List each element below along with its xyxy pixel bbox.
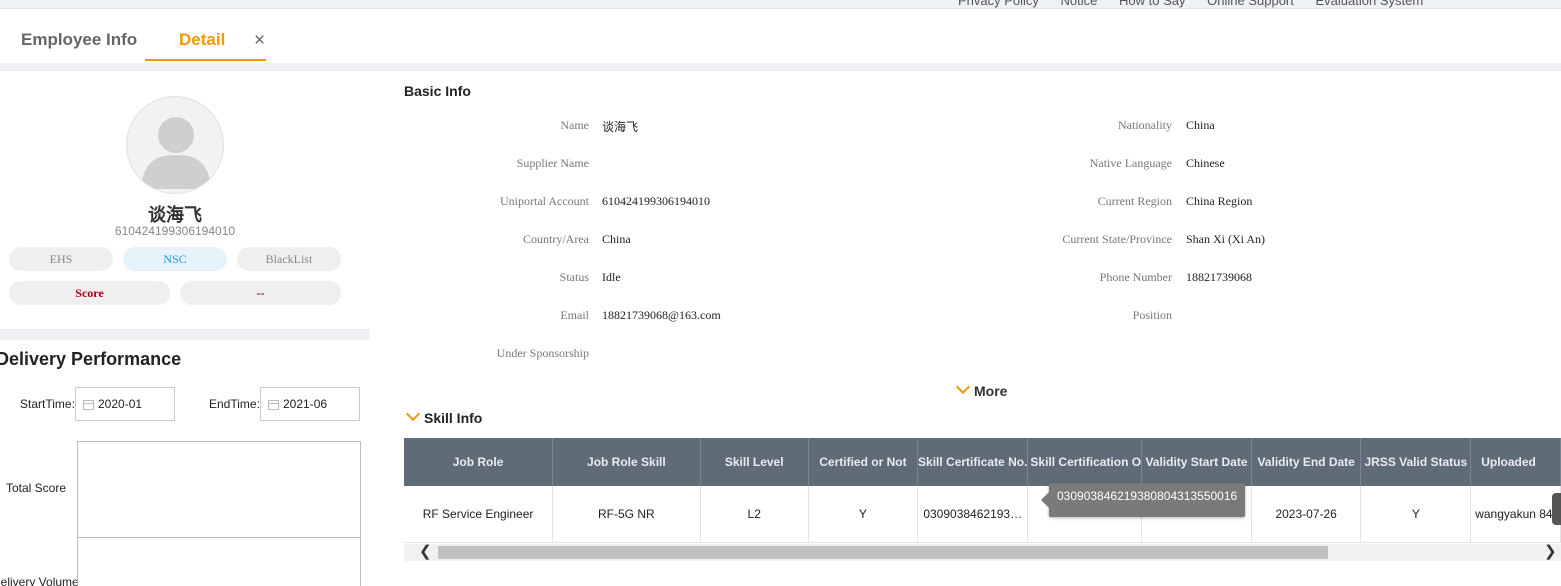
separator: [0, 63, 1561, 71]
field-label: Current State/Province: [1062, 232, 1172, 246]
top-link[interactable]: Notice: [1061, 0, 1098, 8]
table-cell: RF-5G NR: [552, 486, 701, 543]
field-label: Supplier Name: [516, 156, 589, 170]
top-link[interactable]: How to Say: [1119, 0, 1185, 8]
table-cell: 2023-07-26: [1251, 486, 1362, 543]
badge-ehs[interactable]: EHS: [9, 247, 113, 271]
field-label: Native Language: [1089, 156, 1172, 170]
field-value: Idle: [602, 270, 621, 284]
vertical-scrollbar-thumb[interactable]: [1552, 493, 1561, 525]
skill-table-container: Job Role Job Role Skill Skill Level Cert…: [404, 438, 1561, 544]
calendar-icon: [268, 400, 279, 410]
more-button[interactable]: More: [955, 379, 1008, 399]
tab-bar: Employee Info Detail ×: [0, 9, 1561, 63]
certificate-tooltip: 03090384621938080431355001​6: [1041, 483, 1245, 517]
field-label: Position: [1132, 308, 1172, 322]
field-label: Phone Number: [1099, 270, 1172, 284]
column-header[interactable]: Validity End Date: [1251, 438, 1362, 486]
field-label: Uniportal Account: [500, 194, 589, 208]
table-cell: L2: [700, 486, 809, 543]
field-label: Status: [559, 270, 589, 284]
badge-blacklist[interactable]: BlackList: [237, 247, 341, 271]
column-header[interactable]: Skill Level: [700, 438, 809, 486]
top-utility-bar: Privacy Policy Notice How to Say Online …: [0, 0, 1561, 9]
avatar-icon: [126, 96, 224, 194]
tab-detail[interactable]: Detail: [179, 30, 225, 50]
field-value: 18821739068: [1186, 270, 1252, 284]
chevron-down-icon: [405, 406, 421, 422]
score-value: --: [180, 281, 341, 305]
column-header[interactable]: Job Role Skill: [552, 438, 701, 486]
table-cell: RF Service Engineer: [404, 486, 554, 543]
basic-info-title: Basic Info: [404, 83, 471, 99]
score-chart-area: [77, 441, 361, 586]
table-cell: 0309038462193…: [917, 486, 1029, 543]
table-row[interactable]: RF Service Engineer RF-5G NR L2 Y 030903…: [404, 486, 1561, 543]
main-panel: Basic Info Name 谈海飞 Supplier Name Unipor…: [380, 71, 1561, 586]
field-value: 18821739068@163.com: [602, 308, 721, 322]
delivery-performance-title: Delivery Performance: [0, 349, 182, 369]
more-label: More: [974, 383, 1008, 399]
chevron-down-icon: [955, 379, 971, 395]
start-time-label: StartTime:: [20, 397, 75, 411]
start-time-value: 2020-01: [98, 397, 143, 411]
field-label: Email: [560, 308, 589, 322]
profile-card: 谈海飞 610424199306194010 EHS NSC BlackList…: [0, 71, 370, 329]
column-header[interactable]: Certified or Not: [808, 438, 919, 486]
field-label: Country/Area: [523, 232, 589, 246]
skill-info-title: Skill Info: [424, 410, 483, 426]
scrollbar-thumb[interactable]: [438, 546, 1328, 559]
horizontal-scrollbar[interactable]: ❮ ❯: [404, 542, 1561, 561]
column-header[interactable]: Skill Certification O: [1027, 438, 1143, 486]
active-tab-indicator: [145, 59, 266, 61]
total-score-label: Total Score: [6, 481, 67, 495]
employee-id: 610424199306194010: [114, 224, 236, 238]
close-icon[interactable]: ×: [254, 30, 265, 52]
scroll-left-icon[interactable]: ❮: [419, 542, 432, 560]
skill-info-toggle[interactable]: Skill Info: [405, 406, 483, 426]
field-value: 谈海飞: [602, 120, 639, 134]
field-value: 610424199306194010: [602, 194, 710, 208]
table-header-row: Job Role Job Role Skill Skill Level Cert…: [404, 438, 1561, 486]
table-cell: Y: [808, 486, 919, 543]
end-time-label: EndTime:: [209, 397, 260, 411]
delivery-performance-card: Delivery Performance StartTime: 2020-01 …: [0, 340, 370, 586]
end-time-input[interactable]: 2021-06: [260, 387, 360, 421]
top-link[interactable]: Evaluation System: [1316, 0, 1424, 8]
scroll-right-icon[interactable]: ❯: [1544, 542, 1557, 560]
field-value: China Region: [1186, 194, 1253, 208]
field-label: Under Sponsorship: [496, 346, 589, 360]
left-panel: 谈海飞 610424199306194010 EHS NSC BlackList…: [0, 71, 370, 586]
badge-nsc[interactable]: NSC: [123, 247, 227, 271]
tab-employee-info[interactable]: Employee Info: [21, 30, 137, 50]
field-value: Shan Xi (Xi An): [1186, 232, 1265, 246]
field-value: China: [602, 232, 631, 246]
field-label: Current Region: [1097, 194, 1172, 208]
top-link[interactable]: Online Support: [1207, 0, 1294, 8]
top-link[interactable]: Privacy Policy: [958, 0, 1039, 8]
end-time-value: 2021-06: [283, 397, 328, 411]
column-header[interactable]: Skill Certificate No.: [917, 438, 1029, 486]
calendar-icon: [83, 400, 94, 410]
delivery-volume-label: Delivery Volume: [0, 575, 79, 586]
skill-table: Job Role Job Role Skill Skill Level Cert…: [404, 438, 1561, 543]
table-cell: wangyakun 84: [1470, 486, 1561, 543]
column-header[interactable]: JRSS Valid Status: [1360, 438, 1472, 486]
field-value: China: [1186, 118, 1215, 132]
score-label: Score: [9, 281, 170, 305]
top-links: Privacy Policy Notice How to Say Online …: [958, 0, 1441, 8]
field-label: Nationality: [1118, 118, 1172, 132]
field-label: Name: [560, 118, 589, 132]
field-value: Chinese: [1186, 156, 1225, 170]
start-time-input[interactable]: 2020-01: [75, 387, 175, 421]
table-cell: Y: [1360, 486, 1472, 543]
column-header[interactable]: Uploaded: [1470, 438, 1561, 486]
column-header[interactable]: Validity Start Date: [1141, 438, 1252, 486]
column-header[interactable]: Job Role: [404, 438, 554, 486]
